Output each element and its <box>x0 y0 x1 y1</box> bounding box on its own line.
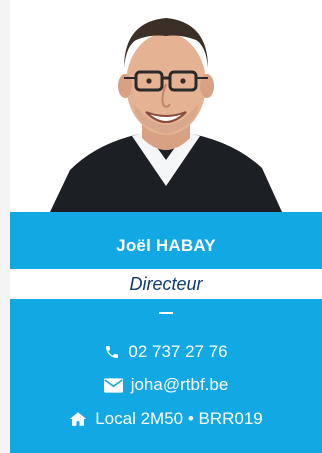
name-band: Joël HABAY <box>10 212 322 269</box>
role-band: Directeur <box>10 269 322 299</box>
phone-number[interactable]: 02 737 27 76 <box>128 342 227 362</box>
email-row[interactable]: joha@rtbf.be <box>10 375 322 395</box>
office-location: Local 2M50 • BRR019 <box>95 409 263 428</box>
home-icon <box>69 411 87 427</box>
profile-photo <box>10 0 322 212</box>
envelope-icon <box>103 377 123 393</box>
portrait-illustration <box>10 0 322 212</box>
email-address[interactable]: joha@rtbf.be <box>131 375 229 395</box>
phone-icon <box>104 344 120 360</box>
phone-row[interactable]: 02 737 27 76 <box>10 342 322 362</box>
person-name: Joël HABAY <box>116 236 216 255</box>
contact-panel: 02 737 27 76 joha@rtbf.be Local 2M50 • B… <box>10 299 322 453</box>
person-role: Directeur <box>129 274 203 294</box>
profile-card: Joël HABAY Directeur 02 737 27 76 joha@r… <box>10 0 322 453</box>
divider <box>159 312 173 314</box>
location-row: Local 2M50 • BRR019 <box>10 409 322 429</box>
